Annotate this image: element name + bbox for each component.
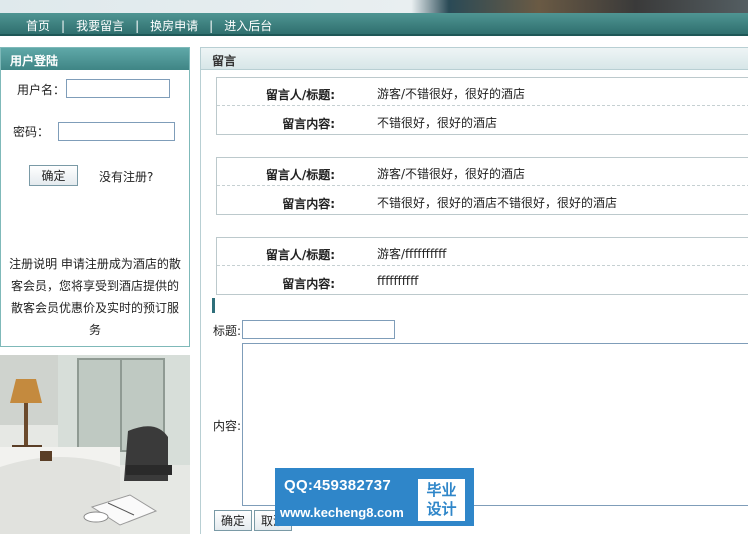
message-author-title: 游客/不错很好，很好的酒店 bbox=[377, 87, 526, 101]
watermark-badge: 毕业 设计 bbox=[418, 479, 465, 521]
message-author-row: 留言人/标题: 游客/ffffffffff bbox=[217, 238, 748, 266]
nav-admin-link[interactable]: 进入后台 bbox=[224, 17, 272, 34]
top-nav-bar: 首页 | 我要留言 | 换房申请 | 进入后台 bbox=[0, 13, 748, 36]
banner-image-strip bbox=[0, 0, 748, 13]
nav-separator: | bbox=[61, 18, 66, 33]
post-title-input[interactable] bbox=[242, 320, 395, 339]
login-panel: 用户登陆 用户名： 密码： 确定 没有注册? 注册说明 申请注册成为酒店的散客会… bbox=[0, 47, 190, 347]
message-board-title: 留言 bbox=[201, 47, 748, 70]
message-author-label: 留言人/标题: bbox=[265, 248, 335, 262]
password-input[interactable] bbox=[58, 122, 175, 141]
nav-menu: 首页 | 我要留言 | 换房申请 | 进入后台 bbox=[26, 17, 272, 34]
message-content-text: 不错很好，很好的酒店不错很好，很好的酒店 bbox=[377, 196, 618, 210]
nav-home-link[interactable]: 首页 bbox=[26, 17, 50, 34]
hotel-room-photo bbox=[0, 355, 190, 534]
message-content-row: 留言内容: 不错很好，很好的酒店 bbox=[217, 107, 748, 135]
message-content-label: 留言内容: bbox=[282, 117, 335, 131]
watermark-badge-line1: 毕业 bbox=[426, 481, 457, 499]
message-content-text: 不错很好，很好的酒店 bbox=[377, 116, 498, 130]
watermark-url: www.kecheng8.com bbox=[280, 505, 404, 520]
message-author-row: 留言人/标题: 游客/不错很好，很好的酒店 bbox=[217, 158, 748, 186]
message-author-title: 游客/不错很好，很好的酒店 bbox=[377, 167, 526, 181]
form-section-marker bbox=[212, 298, 215, 313]
message-author-label: 留言人/标题: bbox=[265, 88, 335, 102]
register-link[interactable]: 没有注册? bbox=[99, 168, 153, 185]
message-item: 留言人/标题: 游客/不错很好，很好的酒店 留言内容: 不错很好，很好的酒店不错… bbox=[216, 157, 748, 215]
nav-room-change-link[interactable]: 换房申请 bbox=[150, 17, 198, 34]
message-content-row: 留言内容: 不错很好，很好的酒店不错很好，很好的酒店 bbox=[217, 187, 748, 215]
message-author-row: 留言人/标题: 游客/不错很好，很好的酒店 bbox=[217, 78, 748, 106]
password-label: 密码： bbox=[13, 125, 50, 139]
login-submit-button[interactable]: 确定 bbox=[29, 165, 78, 186]
post-title-label: 标题: bbox=[213, 324, 242, 338]
post-submit-button[interactable]: 确定 bbox=[214, 510, 252, 531]
post-content-label: 内容: bbox=[213, 419, 242, 433]
message-author-label: 留言人/标题: bbox=[265, 168, 335, 182]
login-panel-title: 用户登陆 bbox=[1, 48, 189, 70]
message-item: 留言人/标题: 游客/ffffffffff 留言内容: ffffffffff bbox=[216, 237, 748, 295]
message-content-label: 留言内容: bbox=[282, 277, 335, 291]
nav-separator: | bbox=[209, 18, 214, 33]
nav-leave-message-link[interactable]: 我要留言 bbox=[76, 17, 124, 34]
message-content-row: 留言内容: ffffffffff bbox=[217, 267, 748, 295]
watermark-badge-line2: 设计 bbox=[426, 500, 457, 518]
username-label: 用户名： bbox=[17, 83, 66, 97]
register-info-text: 注册说明 申请注册成为酒店的散客会员，您将享受到酒店提供的散客会员优惠价及实时的… bbox=[9, 257, 181, 337]
message-board-panel: 留言 留言人/标题: 游客/不错很好，很好的酒店 留言内容: 不错很好，很好的酒… bbox=[200, 47, 748, 534]
message-content-text: ffffffffff bbox=[377, 274, 419, 288]
username-input[interactable] bbox=[66, 79, 170, 98]
message-item: 留言人/标题: 游客/不错很好，很好的酒店 留言内容: 不错很好，很好的酒店 bbox=[216, 77, 748, 135]
watermark-banner: QQ:459382737 www.kecheng8.com 毕业 设计 bbox=[275, 468, 474, 526]
nav-separator: | bbox=[135, 18, 140, 33]
watermark-qq: QQ:459382737 bbox=[284, 477, 392, 494]
hotel-room-illustration bbox=[0, 355, 190, 534]
message-content-label: 留言内容: bbox=[282, 197, 335, 211]
message-author-title: 游客/ffffffffff bbox=[377, 247, 447, 261]
